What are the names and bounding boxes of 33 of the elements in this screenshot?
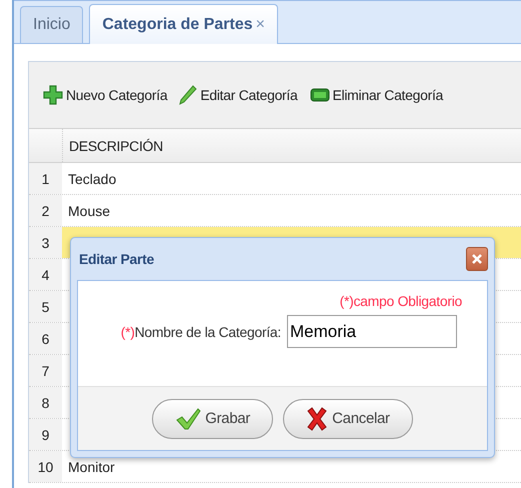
field-label: (*)Nombre de la Categoría:: [120, 324, 281, 340]
table-row[interactable]: 1 Teclado: [29, 163, 521, 195]
table-cell: Mouse: [68, 202, 110, 218]
input-field[interactable]: Memoria: [287, 315, 457, 348]
row-number: 9: [29, 419, 62, 450]
pencil-icon: [179, 85, 198, 105]
row-number: 7: [29, 355, 62, 386]
row-number: 5: [29, 291, 62, 322]
toolbar-button[interactable]: Eliminar Categoría: [306, 85, 448, 105]
toolbar-button[interactable]: Editar Categoría: [175, 83, 302, 107]
required-note: (*)campo Obligatorio: [340, 293, 462, 309]
row-number: 8: [29, 387, 62, 418]
row-number: 1: [29, 163, 62, 194]
table-cell: Monitor: [68, 458, 115, 474]
column-header: DESCRIPCIÓN: [62, 129, 163, 162]
row-number: 4: [29, 259, 62, 290]
toolbar-button[interactable]: Nuevo Categoría: [39, 83, 172, 107]
close-icon: [471, 253, 483, 265]
save-button[interactable]: Grabar: [152, 398, 274, 438]
row-number: 2: [29, 195, 62, 226]
row-number: 10: [29, 451, 62, 482]
table-cell: Teclado: [68, 170, 116, 186]
tab[interactable]: Inicio: [20, 6, 84, 43]
dialog-title: Editar Parte: [79, 251, 154, 267]
cancel-button[interactable]: Cancelar: [283, 398, 413, 438]
rectangle-icon: [310, 88, 330, 102]
tab[interactable]: Categoria de Partes ×: [89, 4, 278, 44]
row-number: 6: [29, 323, 62, 354]
close-button[interactable]: [466, 247, 488, 271]
row-number: 3: [29, 227, 62, 258]
checkmark-icon: [175, 406, 202, 430]
cross-icon: [306, 406, 328, 430]
plus-icon: [43, 85, 63, 105]
